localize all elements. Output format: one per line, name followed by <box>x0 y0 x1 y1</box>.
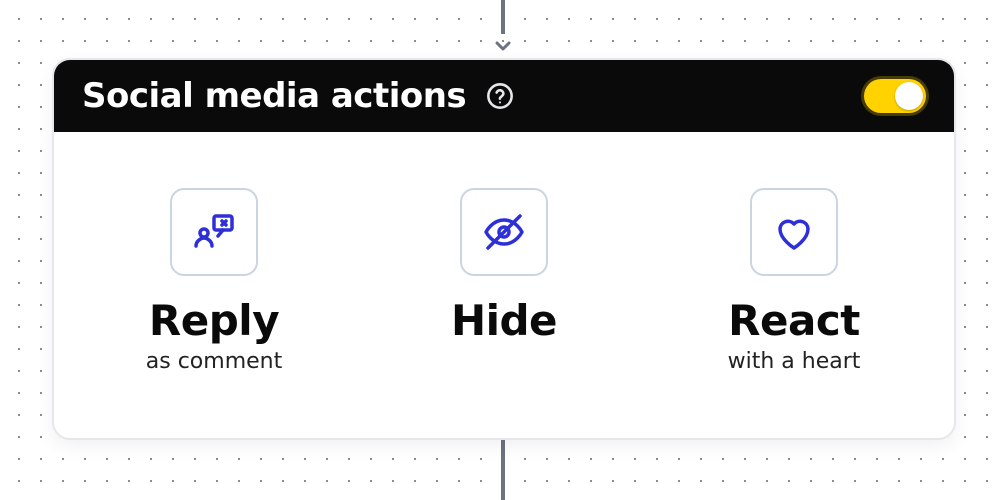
help-icon[interactable] <box>486 82 514 110</box>
action-hide[interactable]: Hide <box>424 188 584 349</box>
node-social-media-actions[interactable]: Social media actions Reply as comment <box>52 58 956 440</box>
node-body: Reply as comment Hide React with a hear <box>54 132 954 438</box>
action-title: Hide <box>451 296 557 345</box>
enable-toggle[interactable] <box>864 79 926 113</box>
flow-edge-in <box>489 0 517 62</box>
edge-line <box>501 0 505 34</box>
hide-icon <box>460 188 548 276</box>
toggle-knob <box>895 82 923 110</box>
action-reply[interactable]: Reply as comment <box>134 188 294 374</box>
action-react[interactable]: React with a heart <box>714 188 874 374</box>
node-title: Social media actions <box>82 76 466 116</box>
action-subtitle: as comment <box>146 349 282 374</box>
action-subtitle: with a heart <box>728 349 861 374</box>
action-title: Reply <box>149 296 279 345</box>
action-title: React <box>728 296 860 345</box>
heart-icon <box>750 188 838 276</box>
node-header: Social media actions <box>54 60 954 132</box>
reply-icon <box>170 188 258 276</box>
